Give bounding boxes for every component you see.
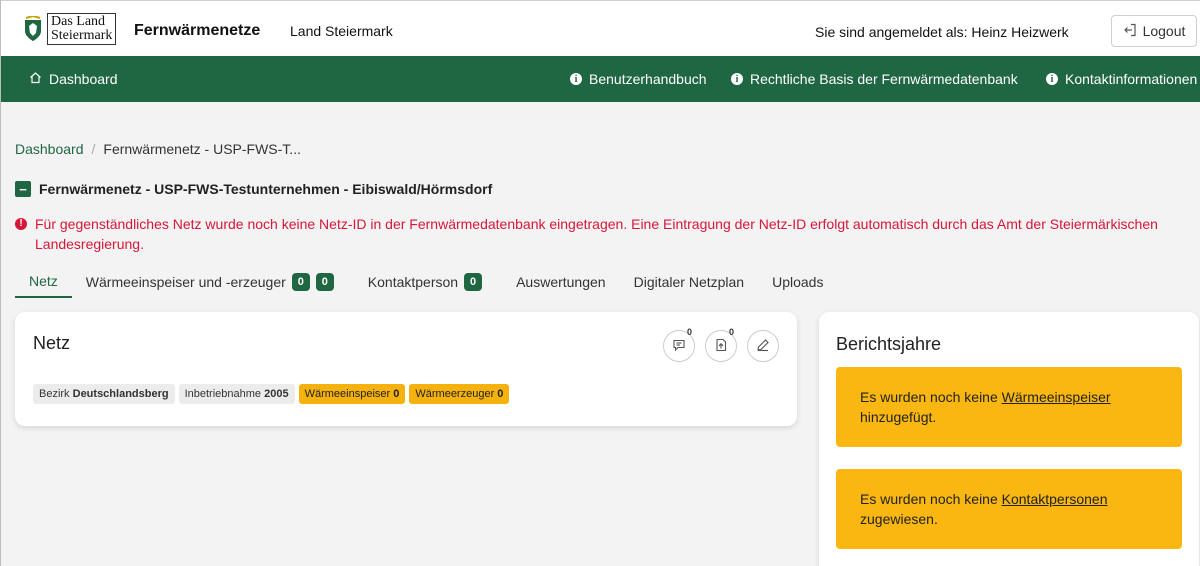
info-icon: i — [570, 73, 582, 85]
breadcrumb-separator: / — [91, 141, 96, 157]
tab-auswertungen[interactable]: Auswertungen — [502, 266, 620, 298]
missing-netz-id-error: ! Für gegenständliches Netz wurde noch k… — [15, 214, 1185, 254]
tab-kontaktperson[interactable]: Kontaktperson 0 — [354, 266, 496, 298]
login-status: Sie sind angemeldet als: Heinz Heizwerk — [815, 24, 1069, 40]
alert1-post: hinzugefügt. — [860, 409, 937, 425]
alert1-pre: Es wurden noch keine — [860, 389, 1002, 405]
inbetriebnahme-label: Inbetriebnahme — [184, 388, 262, 400]
berichtsjahre-card: Berichtsjahre Es wurden noch keine Wärme… — [819, 312, 1199, 566]
page-title: Fernwärmenetz - USP-FWS-Testunternehmen … — [39, 181, 493, 197]
alert2-post: zugewiesen. — [860, 511, 938, 527]
logout-icon — [1123, 23, 1137, 40]
nav-dashboard-label: Dashboard — [49, 71, 118, 87]
file-upload-icon — [714, 338, 728, 355]
netz-card-actions: 0 0 — [663, 327, 779, 362]
berichtsjahre-title: Berichtsjahre — [836, 334, 942, 354]
edit-button[interactable] — [747, 330, 779, 362]
no-kontaktpersonen-alert: Es wurden noch keine Kontaktpersonen zug… — [836, 469, 1182, 549]
tab-netz[interactable]: Netz — [15, 266, 72, 298]
netz-card: Netz 0 0 Bezirk Deutschlandsberg Inbetri… — [15, 312, 797, 426]
tab-waermeeinspeiser[interactable]: Wärmeeinspeiser und -erzeuger 0 0 — [72, 266, 348, 298]
edit-icon — [756, 338, 770, 355]
breadcrumb: Dashboard / Fernwärmenetz - USP-FWS-T... — [15, 141, 301, 157]
tab-auswertungen-label: Auswertungen — [516, 274, 606, 290]
info-icon: i — [731, 73, 743, 85]
kontakt-count-badge: 0 — [464, 273, 483, 291]
erzeuger-count-badge: 0 — [315, 273, 334, 291]
inbetriebnahme-value: 2005 — [264, 388, 289, 400]
home-icon — [29, 71, 42, 87]
top-bar: Das Land Steiermark Fernwärmenetze Land … — [1, 0, 1200, 56]
comments-button[interactable]: 0 — [663, 327, 695, 362]
inbetriebnahme-tag: Inbetriebnahme 2005 — [178, 384, 295, 404]
nav-legal-label: Rechtliche Basis der Fernwärmedatenbank — [750, 71, 1018, 87]
land-steiermark-logo[interactable]: Das Land Steiermark — [23, 11, 117, 47]
nav-rechtliche-basis[interactable]: i Rechtliche Basis der Fernwärmedatenban… — [731, 71, 1018, 87]
tab-kontakt-label: Kontaktperson — [367, 274, 459, 290]
tab-bar: Netz Wärmeeinspeiser und -erzeuger 0 0 K… — [15, 266, 1200, 298]
error-icon: ! — [15, 218, 27, 230]
netz-card-title: Netz — [33, 333, 71, 353]
breadcrumb-home[interactable]: Dashboard — [15, 141, 84, 157]
app-title: Fernwärmenetze — [134, 22, 261, 39]
tab-waerme-label: Wärmeeinspeiser und -erzeuger — [85, 274, 286, 290]
info-icon: i — [1046, 73, 1058, 85]
nav-benutzerhandbuch[interactable]: i Benutzerhandbuch — [570, 71, 707, 87]
collapse-button[interactable]: − — [15, 181, 31, 197]
nav-handbook-label: Benutzerhandbuch — [589, 71, 707, 87]
no-einspeiser-alert: Es wurden noch keine Wärmeeinspeiser hin… — [836, 367, 1182, 447]
nav-dashboard[interactable]: Dashboard — [29, 71, 118, 87]
einspeiser-count-badge: 0 — [291, 273, 310, 291]
logout-button[interactable]: Logout — [1111, 15, 1197, 47]
waermeeinspeiser-link[interactable]: Wärmeeinspeiser — [1002, 389, 1111, 405]
error-text: Für gegenständliches Netz wurde noch kei… — [35, 216, 1158, 252]
upload-count: 0 — [728, 327, 734, 337]
comments-count: 0 — [686, 327, 692, 337]
bezirk-tag: Bezirk Deutschlandsberg — [33, 384, 175, 404]
nav-kontaktinformationen[interactable]: i Kontaktinformationen — [1046, 71, 1197, 87]
waermeerzeuger-tag: Wärmeerzeuger 0 — [409, 384, 510, 404]
page-title-row: − Fernwärmenetz - USP-FWS-Testunternehme… — [15, 181, 492, 197]
tab-netzplan-label: Digitaler Netzplan — [633, 274, 745, 290]
einspeiser-value: 0 — [393, 388, 400, 400]
waermeeinspeiser-tag: Wärmeeinspeiser 0 — [298, 384, 406, 404]
erzeuger-label: Wärmeerzeuger — [415, 388, 495, 400]
comment-icon — [672, 338, 686, 355]
breadcrumb-current: Fernwärmenetz - USP-FWS-T... — [103, 141, 301, 157]
tab-uploads[interactable]: Uploads — [758, 266, 837, 298]
bezirk-label: Bezirk — [39, 388, 70, 400]
netz-info-tags: Bezirk Deutschlandsberg Inbetriebnahme 2… — [33, 384, 510, 404]
alert2-pre: Es wurden noch keine — [860, 491, 1002, 507]
kontaktpersonen-link[interactable]: Kontaktpersonen — [1002, 491, 1108, 507]
logout-label: Logout — [1142, 23, 1186, 39]
main-navigation: Dashboard i Benutzerhandbuch i Rechtlich… — [1, 56, 1200, 102]
nav-contact-label: Kontaktinformationen — [1065, 71, 1198, 87]
tab-digitaler-netzplan[interactable]: Digitaler Netzplan — [620, 266, 759, 298]
bezirk-value: Deutschlandsberg — [72, 388, 169, 400]
upload-button[interactable]: 0 — [705, 327, 737, 362]
tab-uploads-label: Uploads — [772, 274, 824, 290]
logo-text: Das Land Steiermark — [47, 13, 117, 45]
einspeiser-label: Wärmeeinspeiser — [304, 388, 391, 400]
crest-icon — [23, 14, 43, 42]
app-subtitle: Land Steiermark — [290, 23, 393, 39]
erzeuger-value: 0 — [497, 388, 504, 400]
tab-netz-label: Netz — [29, 273, 58, 289]
